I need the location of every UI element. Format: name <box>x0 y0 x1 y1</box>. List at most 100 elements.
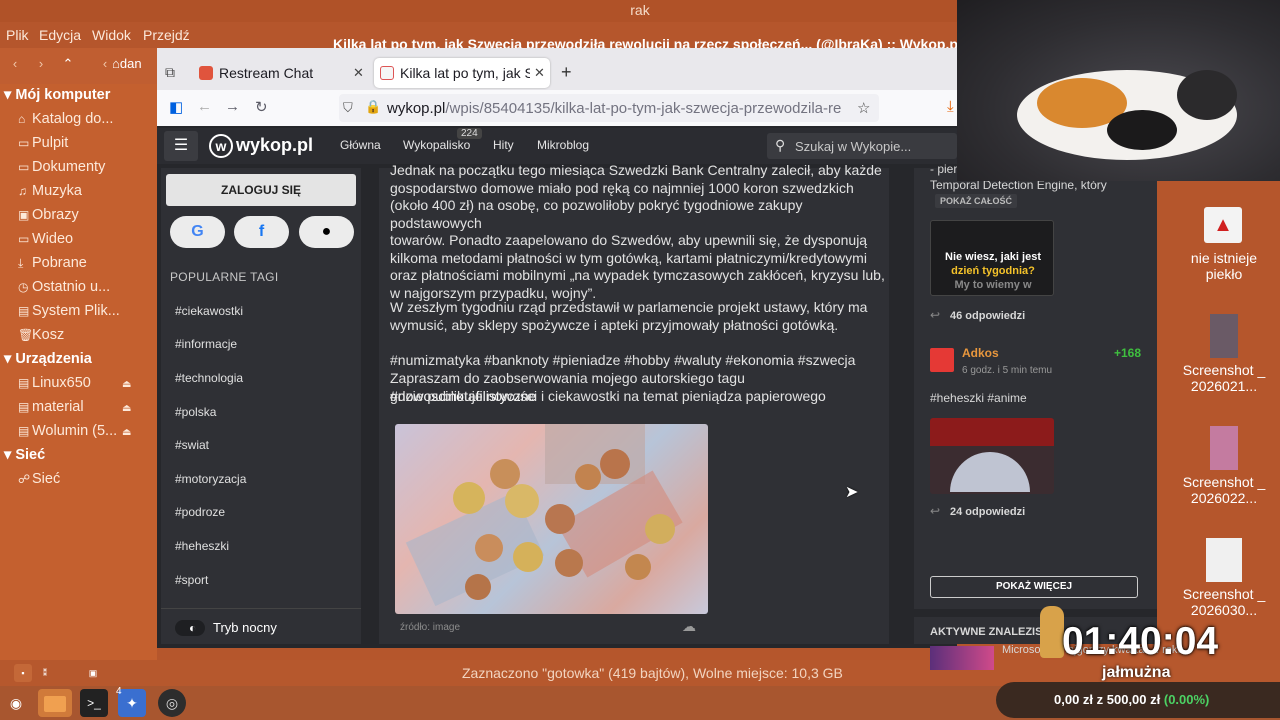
download-icon[interactable]: ⤓ <box>947 98 954 115</box>
login-button[interactable]: ZALOGUJ SIĘ <box>166 174 356 206</box>
entry-thumbnail[interactable]: Nie wiesz, jaki jest dzień tygodnia? My … <box>930 220 1054 296</box>
sidebar-item-material[interactable]: ▤ material <box>18 399 84 415</box>
nav-mikroblog[interactable]: Mikroblog <box>537 138 589 152</box>
post-line: gospodarstwo domowe miało pod ręką co na… <box>390 179 854 196</box>
up-icon[interactable]: ⌃ <box>57 56 79 76</box>
search-input[interactable]: ⚲ Szukaj w Wykopie... <box>767 133 957 159</box>
rocket-file-icon[interactable]: ▲ <box>1204 207 1242 243</box>
entry-tags[interactable]: #heheszki #anime <box>930 391 1027 405</box>
desktop-icon-label[interactable]: Screenshot _ 2026021... <box>1174 362 1274 394</box>
tag-link[interactable]: #ciekawostki <box>175 304 243 318</box>
tag-link[interactable]: #technologia <box>175 371 243 385</box>
eject-icon[interactable]: ⏏ <box>122 403 131 414</box>
shield-icon[interactable]: ⛉ <box>343 100 353 116</box>
tag-link[interactable]: #motoryzacja <box>175 472 246 486</box>
screenshot-thumbnail[interactable] <box>1210 426 1238 470</box>
firefox-icon[interactable]: ✦ <box>118 689 146 717</box>
post-tags[interactable]: #numizmatyka #banknoty #pieniadze #hobby… <box>390 352 890 370</box>
sidebar-item-recent[interactable]: ◷ Ostatnio u... <box>18 279 110 295</box>
tag-link[interactable]: #heheszki <box>175 539 229 553</box>
screenshot-thumbnail[interactable] <box>1206 538 1242 582</box>
eject-icon[interactable]: ⏏ <box>122 427 131 438</box>
desktop-icon-label[interactable]: nie istnieje piekło <box>1174 250 1274 282</box>
back-arrow-icon[interactable]: ← <box>197 98 212 115</box>
desktop-icon-label[interactable]: Screenshot _ 2026022... <box>1174 474 1274 506</box>
replies-count[interactable]: 46 odpowiedzi <box>950 310 1025 322</box>
forward-icon[interactable]: › <box>30 56 52 76</box>
sidebar-item-desktop[interactable]: ▭ Pulpit <box>18 135 68 151</box>
tag-link[interactable]: #polska <box>175 405 216 419</box>
google-login-icon[interactable]: G <box>170 216 225 248</box>
menu-plik[interactable]: Plik <box>6 27 29 43</box>
sidebar-item-filesystem[interactable]: ▤ System Plik... <box>18 303 120 319</box>
bookmark-star-icon[interactable]: ☆ <box>857 99 870 117</box>
forward-arrow-icon[interactable]: → <box>225 98 240 115</box>
tag-link[interactable]: #podroze <box>175 505 225 519</box>
tab-list-icon[interactable]: ⧉ <box>165 64 175 81</box>
nav-hity[interactable]: Hity <box>493 138 514 152</box>
hide-sidebar-icon[interactable]: ▣ <box>84 664 102 682</box>
menu-widok[interactable]: Widok <box>92 27 131 43</box>
sidebar-item-downloads[interactable]: ⤓ Pobrane <box>18 255 87 271</box>
image-source[interactable]: źródło: image <box>400 622 460 633</box>
tab-restream[interactable]: Restream Chat ✕ <box>193 58 367 88</box>
finding-thumbnail[interactable] <box>930 646 994 670</box>
wykop-logo[interactable]: w wykop.pl <box>209 134 313 158</box>
desktop-icon-label[interactable]: Screenshot _ 2026030... <box>1174 586 1274 618</box>
avatar[interactable] <box>930 348 954 372</box>
lock-icon[interactable]: 🔒 <box>365 99 381 115</box>
back-icon[interactable]: ‹ <box>4 56 26 76</box>
night-mode-toggle[interactable]: ◐ <box>175 620 205 636</box>
sidebar-item-linux650[interactable]: ▤ Linux650 <box>18 375 91 391</box>
coin <box>545 504 575 534</box>
tree-toggle-icon[interactable]: ⁑ <box>36 664 54 682</box>
screenshot-thumbnail[interactable] <box>1210 314 1238 358</box>
sidebar-item-network[interactable]: ☍ Sieć <box>18 471 60 487</box>
author-name[interactable]: Adkos <box>962 346 999 360</box>
facebook-login-icon[interactable]: f <box>234 216 289 248</box>
path-crumb[interactable]: ⌂dan <box>112 56 158 76</box>
sidebar-section-computer[interactable]: ▾ Mój komputer <box>4 87 110 103</box>
sidebar-section-network[interactable]: ▾ Sieć <box>4 447 45 463</box>
tag-link[interactable]: #swiat <box>175 438 209 452</box>
menu-przejdz[interactable]: Przejdź <box>143 27 190 43</box>
post-image-banknotes[interactable] <box>395 424 708 614</box>
sidebar-item-trash[interactable]: 🗑Kosz <box>18 327 64 343</box>
nav-glowna[interactable]: Główna <box>340 138 381 152</box>
eject-icon[interactable]: ⏏ <box>122 379 131 390</box>
replies-count[interactable]: 24 odpowiedzi <box>950 506 1025 518</box>
sidebar-toggle-icon[interactable]: ◧ <box>169 98 183 116</box>
close-icon[interactable]: ✕ <box>530 58 545 88</box>
url-bar[interactable]: ⛉ 🔒 wykop.pl/wpis/85404135/kilka-lat-po-… <box>339 94 879 122</box>
reload-icon[interactable]: ↻ <box>255 98 268 116</box>
upload-cloud-icon[interactable]: ☁ <box>682 618 696 635</box>
sidebar-item-volume[interactable]: ▤ Wolumin (5... <box>18 423 117 439</box>
sidebar-section-devices[interactable]: ▾ Urządzenia <box>4 351 92 367</box>
terminal-icon[interactable]: >_ <box>80 689 108 717</box>
sidebar-item-label: Katalog do... <box>32 111 114 127</box>
sidebar-item-music[interactable]: ♫ Muzyka <box>18 183 82 199</box>
hamburger-menu-icon[interactable]: ☰ <box>164 131 198 161</box>
apple-login-icon[interactable]: ● <box>299 216 354 248</box>
sidebar-item-pictures[interactable]: ▣ Obrazy <box>18 207 79 223</box>
obs-icon[interactable]: ◎ <box>158 689 186 717</box>
nav-wykopalisko[interactable]: Wykopalisko <box>403 138 470 152</box>
sidebar-item-home[interactable]: ⌂ Katalog do... <box>18 111 113 127</box>
places-toggle-icon[interactable]: ▪ <box>14 664 32 682</box>
tab-wykop[interactable]: Kilka lat po tym, jak S ✕ <box>374 58 550 88</box>
mint-menu-icon[interactable]: ◉ <box>2 689 30 717</box>
tab-label: Kilka lat po tym, jak S <box>400 65 534 81</box>
new-tab-button[interactable]: + <box>561 62 572 83</box>
cat-patch <box>1107 110 1177 150</box>
menu-edycja[interactable]: Edycja <box>39 27 81 43</box>
tag-link[interactable]: #sport <box>175 573 208 587</box>
post-line: Jednak na początku tego miesiąca Szwedzk… <box>390 162 882 178</box>
sidebar-item-documents[interactable]: ▭ Dokumenty <box>18 159 105 175</box>
tag-link[interactable]: #informacje <box>175 337 237 351</box>
show-more-button[interactable]: POKAŻ WIĘCEJ <box>930 576 1138 598</box>
show-all-button[interactable]: POKAŻ CAŁOŚĆ <box>935 194 1017 208</box>
files-app-icon[interactable] <box>38 689 72 717</box>
close-icon[interactable]: ✕ <box>353 58 364 88</box>
entry-thumbnail[interactable] <box>930 418 1054 494</box>
sidebar-item-videos[interactable]: ▭ Wideo <box>18 231 73 247</box>
